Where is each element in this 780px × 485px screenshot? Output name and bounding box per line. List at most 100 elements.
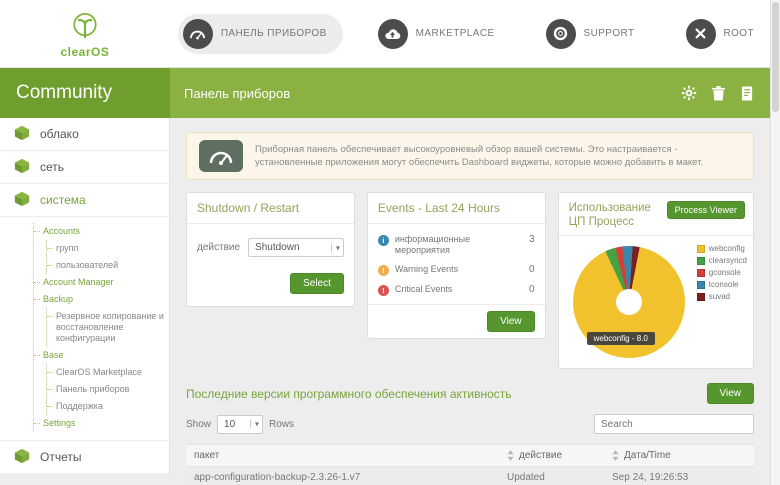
rows-label: Rows bbox=[269, 418, 295, 430]
column-header-action[interactable]: действие bbox=[499, 444, 604, 467]
sidebar-item-account-manager[interactable]: Account Manager bbox=[34, 274, 169, 291]
panel-title: Использование ЦП Процесс bbox=[568, 202, 651, 228]
scrollbar-thumb[interactable] bbox=[772, 2, 779, 112]
sidebar-item-settings[interactable]: Settings bbox=[34, 415, 169, 432]
info-banner: Приборная панель обеспечивает высокоуров… bbox=[186, 132, 754, 180]
sidebar-item-backup-restore[interactable]: Резервное копирование и восстановление к… bbox=[47, 308, 169, 347]
dashboard-icon bbox=[199, 140, 243, 172]
cube-icon bbox=[14, 448, 30, 467]
warning-icon: ! bbox=[377, 265, 389, 276]
events-view-button[interactable]: View bbox=[487, 311, 535, 332]
tab-label: SUPPORT bbox=[583, 28, 635, 39]
cpu-usage-panel: Использование ЦП Процесс Process Viewer … bbox=[557, 192, 754, 369]
action-label: действие bbox=[197, 242, 241, 253]
clearos-logo-icon bbox=[69, 11, 101, 46]
sidebar-item-reports[interactable]: Отчеты bbox=[0, 441, 169, 474]
sidebar-item-label: система bbox=[40, 193, 86, 207]
legend-swatch bbox=[696, 280, 705, 289]
sidebar-item-network[interactable]: сеть bbox=[0, 151, 169, 184]
community-label: Community bbox=[0, 68, 170, 118]
tab-label: MARKETPLACE bbox=[415, 28, 495, 39]
event-label: Critical Events bbox=[394, 284, 453, 294]
tab-label: ПАНЕЛЬ ПРИБОРОВ bbox=[220, 28, 327, 39]
shutdown-action-select-wrap: Shutdown bbox=[248, 238, 344, 257]
shutdown-select-button[interactable]: Select bbox=[290, 273, 344, 294]
event-row: i информационные мероприятия 3 bbox=[368, 230, 545, 260]
cell-package: app-configuration-backup-2.3.26-1.v7 bbox=[186, 466, 499, 485]
legend-item: webconfig bbox=[696, 244, 747, 253]
panel-title: Events - Last 24 Hours bbox=[367, 193, 545, 224]
dashboard-widgets: Shutdown / Restart действие Shutdown Sel… bbox=[186, 192, 754, 369]
sort-icon bbox=[612, 450, 619, 461]
page-actions bbox=[680, 84, 756, 102]
legend-swatch bbox=[696, 244, 705, 253]
title-bar: Community Панель приборов bbox=[0, 68, 770, 118]
logo-text: clearOS bbox=[60, 45, 110, 59]
page-size-select[interactable]: 10 bbox=[217, 414, 264, 434]
tab-support[interactable]: SUPPORT bbox=[541, 14, 651, 54]
event-row: ! Warning Events 0 bbox=[368, 260, 545, 280]
sidebar-item-accounts[interactable]: Accounts bbox=[34, 223, 169, 240]
legend-item: tconsole bbox=[696, 280, 747, 289]
process-viewer-button[interactable]: Process Viewer bbox=[666, 201, 745, 219]
activity-title: Последние версии программного обеспечени… bbox=[186, 386, 512, 401]
info-banner-text: Приборная панель обеспечивает высокоуров… bbox=[255, 144, 704, 168]
shutdown-action-select[interactable]: Shutdown bbox=[248, 238, 344, 257]
sidebar-item-support[interactable]: Поддержка bbox=[47, 398, 169, 415]
cell-action: Updated bbox=[499, 466, 604, 485]
sidebar-item-base[interactable]: Base bbox=[34, 347, 169, 364]
tab-dashboard[interactable]: ПАНЕЛЬ ПРИБОРОВ bbox=[177, 13, 343, 54]
sidebar-item-groups[interactable]: групп bbox=[47, 240, 169, 257]
sidebar-item-label: сеть bbox=[40, 160, 65, 174]
critical-icon: ! bbox=[377, 285, 389, 296]
top-nav: ПАНЕЛЬ ПРИБОРОВ MARKETPLACE SUPPORT ROOT bbox=[170, 0, 770, 67]
cube-icon bbox=[14, 158, 30, 177]
trash-icon[interactable] bbox=[709, 84, 727, 102]
event-label: информационные мероприятия bbox=[394, 234, 471, 255]
sidebar-item-marketplace[interactable]: ClearOS Marketplace bbox=[47, 364, 169, 381]
main-content: Приборная панель обеспечивает высокоуров… bbox=[170, 118, 770, 485]
tab-root[interactable]: ROOT bbox=[681, 14, 771, 54]
legend-item: suvad bbox=[696, 292, 747, 301]
page-bar: Панель приборов bbox=[170, 68, 770, 118]
sidebar-item-label: Отчеты bbox=[40, 450, 82, 464]
sidebar-item-dashboard[interactable]: Панель приборов bbox=[47, 381, 169, 398]
column-header-date[interactable]: Дата/Time bbox=[604, 444, 754, 467]
panel-title: Shutdown / Restart bbox=[187, 193, 354, 224]
activity-view-button[interactable]: View bbox=[706, 383, 754, 404]
chart-legend: webconfig clearsyncd gconsole tconsole s… bbox=[696, 244, 747, 301]
tab-marketplace[interactable]: MARKETPLACE bbox=[373, 14, 511, 54]
table-row: app-configuration-backup-2.3.26-1.v7 Upd… bbox=[186, 466, 754, 485]
sidebar-item-label: облако bbox=[40, 127, 79, 141]
page-title: Панель приборов bbox=[184, 85, 291, 101]
event-count: 3 bbox=[529, 234, 535, 245]
legend-item: gconsole bbox=[696, 268, 747, 277]
sidebar-item-backup[interactable]: Backup bbox=[34, 291, 169, 308]
column-header-package[interactable]: пакет bbox=[186, 444, 499, 467]
vertical-scrollbar[interactable] bbox=[770, 0, 780, 485]
legend-swatch bbox=[696, 292, 705, 301]
show-label: Show bbox=[186, 418, 212, 430]
events-panel: Events - Last 24 Hours i информационные … bbox=[366, 192, 546, 339]
legend-swatch bbox=[696, 268, 705, 277]
clearos-logo[interactable]: clearOS bbox=[0, 0, 170, 67]
search-input[interactable] bbox=[594, 414, 754, 434]
legend-item: clearsyncd bbox=[696, 256, 747, 265]
settings-gear-icon[interactable] bbox=[680, 84, 698, 102]
cube-icon bbox=[14, 191, 30, 210]
sort-icon bbox=[507, 450, 514, 461]
marketplace-icon bbox=[377, 18, 408, 49]
cube-icon bbox=[14, 125, 30, 144]
info-icon: i bbox=[377, 235, 389, 246]
event-count: 0 bbox=[529, 284, 535, 295]
tab-label: ROOT bbox=[723, 28, 754, 39]
cell-date: Sep 24, 19:26:53 bbox=[604, 466, 754, 485]
sidebar-item-cloud[interactable]: облако bbox=[0, 118, 169, 151]
sidebar-item-users[interactable]: пользователей bbox=[47, 257, 169, 274]
support-icon bbox=[545, 18, 576, 49]
chart-tooltip: webconfig - 8.0 bbox=[586, 332, 655, 345]
root-tools-icon bbox=[685, 18, 716, 49]
event-label: Warning Events bbox=[394, 264, 459, 274]
sidebar-item-system[interactable]: система bbox=[0, 184, 169, 217]
report-icon[interactable] bbox=[738, 84, 756, 102]
